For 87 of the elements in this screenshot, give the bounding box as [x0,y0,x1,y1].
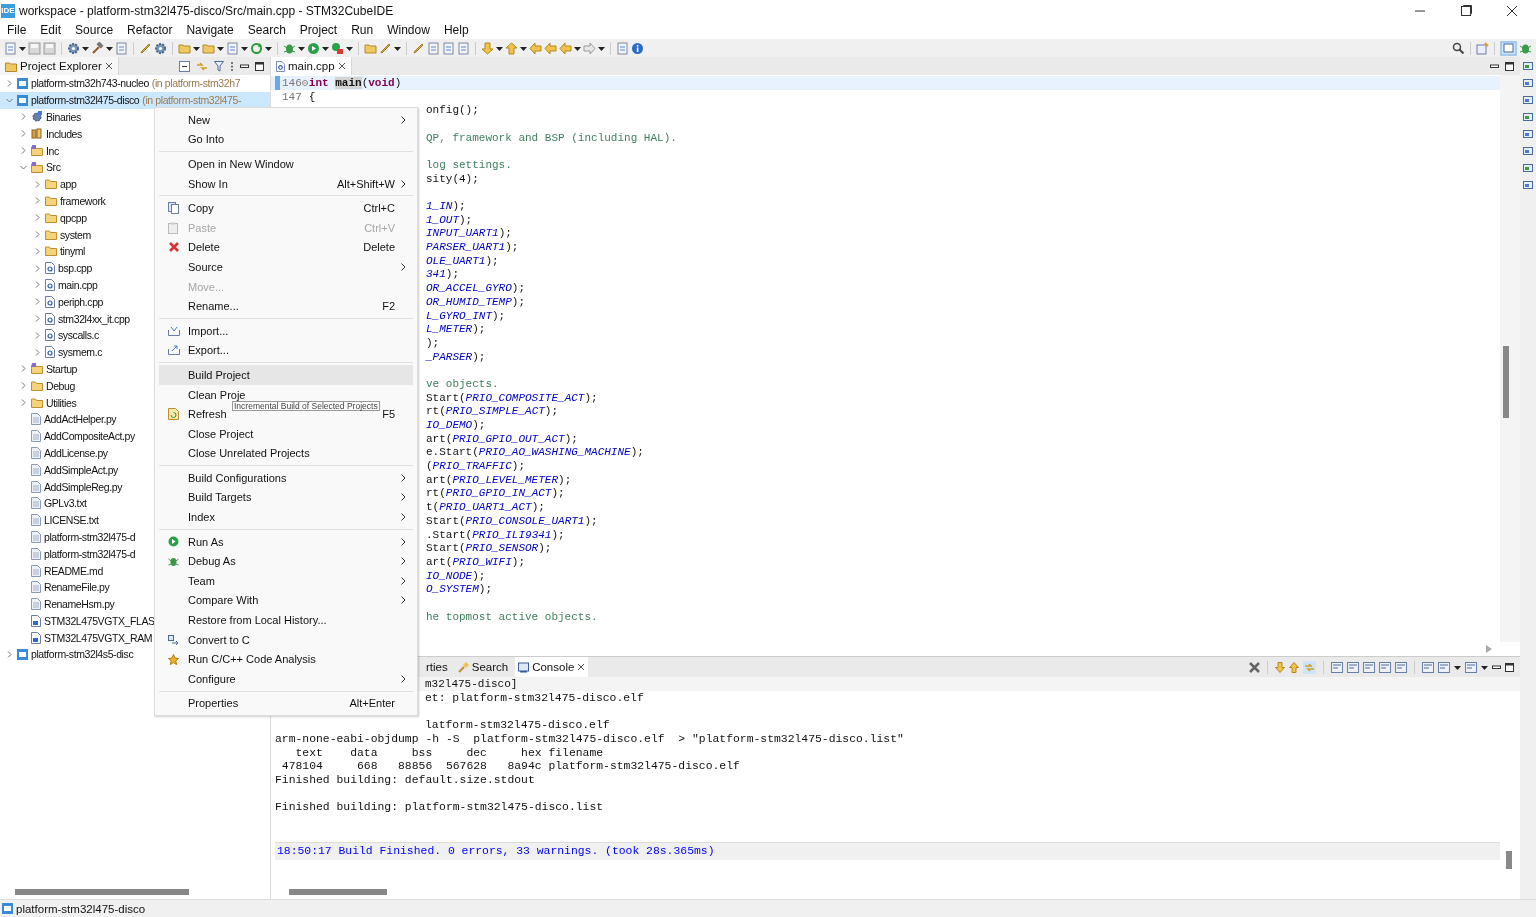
tree-label: RenameFile.py [44,581,110,594]
tree-label: Binaries [46,111,81,123]
tree-label: Debug [46,379,75,392]
tooltip: Incremental Build of Selected Projects [232,400,380,411]
code-line: OR_ACCEL_GYRO); [426,282,526,295]
code-line: t(PRIO_UART1_ACT); [426,501,545,514]
tree-label: qpcpp [60,211,87,224]
code-line: INPUT_UART1); [426,227,512,240]
code-line: (PRIO_TRAFFIC); [426,460,526,473]
tree-label: Src [46,161,61,174]
code-line: rt(PRIO_GPIO_IN_ACT); [426,487,565,500]
code-line: Start(PRIO_SENSOR); [426,542,552,555]
tree-label: platform-stm32l475-d [44,530,136,543]
code-line: log settings. [426,158,512,171]
tree-label: AddActHelper.py [44,413,117,426]
code-line: ); [426,336,440,349]
tree-label: Utilities [46,396,77,409]
code-line: O_SYSTEM); [426,583,492,596]
line-number: 146 [281,76,302,89]
tree-label: main.cpp [58,278,98,291]
console-line: 478104 668 88856 567628 8a94c platform-stm32l475-disco.elf [280,760,740,773]
code-line: 1_IN); [426,200,466,213]
tree-label: syscalls.c [58,329,99,342]
code-line: { [308,90,316,103]
tree-note: (in platform-stm32l475- [142,94,242,107]
tree-label: AddCompositeAct.py [44,430,135,443]
console-header: m32l475-disco] [425,678,518,690]
tree-label: Inc [46,144,59,157]
code-line: PARSER_UART1); [426,241,519,254]
tree-label: RenameHsm.py [44,598,115,611]
tree-label: AddSimpleAct.py [44,463,118,476]
code-line: L_GYRO_INT); [426,309,506,322]
code-line: 341); [426,268,459,281]
code-line: QP, framework and BSP (including HAL). [426,131,677,144]
tree-label: AddSimpleReg.py [44,480,123,493]
code-line: OR_HUMID_TEMP); [426,295,526,308]
tree-label: stm32l4xx_it.cpp [58,312,130,325]
tree-label: platform-stm32l475-disco [31,94,140,107]
tree-label: GPLv3.txt [44,497,87,510]
code-line: int main(void) [308,76,402,89]
code-line: ve objects. [426,377,499,390]
code-line: 1_OUT); [426,213,473,226]
tree-label: STM32L475VGTX_FLAS [44,614,155,627]
code-line: OLE_UART1); [426,254,499,267]
status-text: platform-stm32l475-disco [16,902,146,915]
console-line: et: platform-stm32l475-disco.elf [425,691,644,704]
tree-label: platform-stm32l4s5-disc [31,648,134,661]
tree-label: LICENSE.txt [44,514,99,527]
code-line: he topmost active objects. [426,610,598,623]
code-line: art(PRIO_LEVEL_METER); [426,473,572,486]
tree-label: STM32L475VGTX_RAM [44,631,153,644]
tree-label: bsp.cpp [58,262,92,275]
code-line: .Start(PRIO_ILI9341); [426,528,565,541]
tree-label: platform-stm32h743-nucleo [31,77,149,90]
code-line: onfig(); [426,104,479,117]
tree-label: periph.cpp [58,295,104,308]
tree-label: app [60,178,77,191]
code-line: rt(PRIO_SIMPLE_ACT); [426,405,559,418]
tree-note: (in platform-stm32h7 [151,77,241,90]
code-line: _PARSER); [426,350,486,363]
line-number: 147 [281,90,302,103]
console-line: Finished building: default.size.stdout [275,773,535,786]
tree-label: system [60,228,91,241]
code-line: e.Start(PRIO_AO_WASHING_MACHINE); [426,446,644,459]
code-line: sity(4); [426,172,479,185]
console-line: 18:50:17 Build Finished. 0 errors, 33 warnings. (took 28s.365ms) [277,845,715,858]
tree-label: README.md [44,564,103,577]
tree-label: sysmem.c [58,346,103,359]
tree-label: framework [60,194,106,207]
app-logo: IDE [1,3,15,18]
code-line: art(PRIO_GPIO_OUT_ACT); [426,432,578,445]
code-line: Start(PRIO_COMPOSITE_ACT); [426,391,598,404]
tree-label: Includes [46,127,82,140]
code-line: Start(PRIO_CONSOLE_UART1); [426,514,598,527]
tree-label: platform-stm32l475-d [44,547,136,560]
tree-label: tinyml [60,245,86,258]
code-line: IO_NODE); [426,569,486,582]
console-line: arm-none-eabi-objdump -h -S platform-stm32l475-disco.elf > "platform-stm32l475-disco.list" [275,732,904,745]
window-title: workspace - platform-stm32l475-disco/Src/main.cpp - STM32CubeIDE [19,3,395,18]
tree-label: AddLicense.py [44,446,108,459]
tree-label: Startup [46,362,78,375]
console-line: latform-stm32l475-disco.elf [425,719,610,732]
console-line: text data bss dec hex filename [294,746,604,759]
code-line: L_METER); [426,323,486,336]
code-line: IO_DEMO); [426,419,486,432]
console-line: Finished building: platform-stm32l475-disco.list [275,801,604,814]
code-line: art(PRIO_WIFI); [426,555,526,568]
